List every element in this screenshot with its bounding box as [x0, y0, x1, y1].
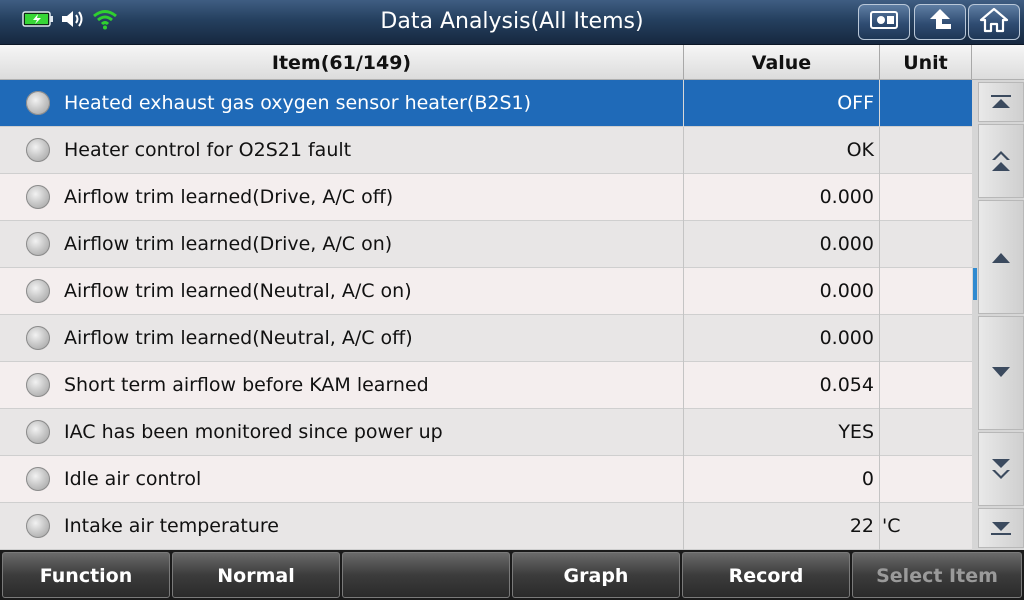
radio-button[interactable]: [26, 232, 50, 256]
item-unit: [882, 127, 970, 173]
table-row[interactable]: Airflow trim learned(Drive, A/C on) 0.00…: [0, 221, 972, 268]
screenshot-icon: [869, 9, 899, 35]
item-value: 0.054: [819, 374, 874, 396]
radio-button[interactable]: [26, 467, 50, 491]
item-value: 0: [861, 468, 874, 490]
scroll-position-indicator[interactable]: [973, 268, 977, 300]
normal-button[interactable]: Normal: [172, 552, 340, 598]
item-name: Airflow trim learned(Drive, A/C off): [64, 186, 394, 208]
back-arrow-icon: [925, 7, 955, 37]
column-header-value: Value: [684, 45, 880, 79]
item-name: Airflow trim learned(Neutral, A/C on): [64, 280, 412, 302]
radio-button[interactable]: [26, 326, 50, 350]
scroll-bottom-button[interactable]: [978, 508, 1024, 548]
scroll-top-button[interactable]: [978, 82, 1024, 122]
title-bar: Data Analysis(All Items): [0, 0, 1024, 45]
radio-button[interactable]: [26, 91, 50, 115]
item-unit: [882, 456, 970, 502]
item-name: Short term airflow before KAM learned: [64, 374, 429, 396]
item-value: 0.000: [819, 233, 874, 255]
item-value: OFF: [837, 92, 874, 114]
scroll-top-icon: [989, 94, 1013, 110]
scroll-up-icon: [989, 249, 1013, 265]
item-value: YES: [838, 421, 874, 443]
bottom-toolbar: Function Normal Graph Record Select Item: [0, 550, 1024, 600]
item-value: OK: [846, 139, 874, 161]
radio-button[interactable]: [26, 420, 50, 444]
blank-button[interactable]: [342, 552, 510, 598]
item-name: Heated exhaust gas oxygen sensor heater(…: [64, 92, 532, 114]
item-unit: [882, 268, 970, 314]
home-button[interactable]: [968, 4, 1020, 40]
item-unit: [882, 315, 970, 361]
function-button[interactable]: Function: [2, 552, 170, 598]
data-list: Heated exhaust gas oxygen sensor heater(…: [0, 80, 972, 550]
column-header-item: Item(61/149): [0, 45, 684, 79]
scroll-panel: [972, 80, 1024, 550]
radio-button[interactable]: [26, 138, 50, 162]
item-value: 0.000: [819, 327, 874, 349]
table-row[interactable]: Intake air temperature 22 'C: [0, 503, 972, 550]
item-value: 22: [849, 515, 874, 537]
scroll-down-button[interactable]: [978, 316, 1024, 430]
item-unit: [882, 80, 970, 126]
item-unit: 'C: [882, 515, 901, 537]
radio-button[interactable]: [26, 279, 50, 303]
table-row[interactable]: Idle air control 0: [0, 456, 972, 503]
table-row[interactable]: IAC has been monitored since power up YE…: [0, 409, 972, 456]
item-name: IAC has been monitored since power up: [64, 421, 443, 443]
table-row[interactable]: Airflow trim learned(Neutral, A/C off) 0…: [0, 315, 972, 362]
page-down-button[interactable]: [978, 432, 1024, 506]
item-value: 0.000: [819, 186, 874, 208]
table-row[interactable]: Heated exhaust gas oxygen sensor heater(…: [0, 80, 972, 127]
item-unit: [882, 174, 970, 220]
item-value: 0.000: [819, 280, 874, 302]
record-button[interactable]: Record: [682, 552, 850, 598]
page-up-icon: [989, 148, 1013, 174]
scroll-up-button[interactable]: [978, 200, 1024, 314]
table-header: Item(61/149) Value Unit: [0, 45, 1024, 80]
select-item-button[interactable]: Select Item: [852, 552, 1022, 598]
radio-button[interactable]: [26, 514, 50, 538]
column-header-unit: Unit: [880, 45, 972, 79]
radio-button[interactable]: [26, 185, 50, 209]
item-name: Heater control for O2S21 fault: [64, 139, 352, 161]
table-row[interactable]: Short term airflow before KAM learned 0.…: [0, 362, 972, 409]
home-icon: [979, 7, 1009, 37]
graph-button[interactable]: Graph: [512, 552, 680, 598]
item-unit: [882, 221, 970, 267]
item-name: Idle air control: [64, 468, 202, 490]
scroll-down-icon: [989, 365, 1013, 381]
table-row[interactable]: Airflow trim learned(Drive, A/C off) 0.0…: [0, 174, 972, 221]
item-name: Airflow trim learned(Drive, A/C on): [64, 233, 393, 255]
screenshot-button[interactable]: [858, 4, 910, 40]
item-unit: [882, 362, 970, 408]
page-down-icon: [989, 456, 1013, 482]
table-row[interactable]: Heater control for O2S21 fault OK: [0, 127, 972, 174]
table-row[interactable]: Airflow trim learned(Neutral, A/C on) 0.…: [0, 268, 972, 315]
back-button[interactable]: [914, 4, 966, 40]
item-unit: [882, 409, 970, 455]
item-name: Airflow trim learned(Neutral, A/C off): [64, 327, 413, 349]
page-up-button[interactable]: [978, 124, 1024, 198]
radio-button[interactable]: [26, 373, 50, 397]
scroll-bottom-icon: [989, 520, 1013, 536]
item-name: Intake air temperature: [64, 515, 279, 537]
